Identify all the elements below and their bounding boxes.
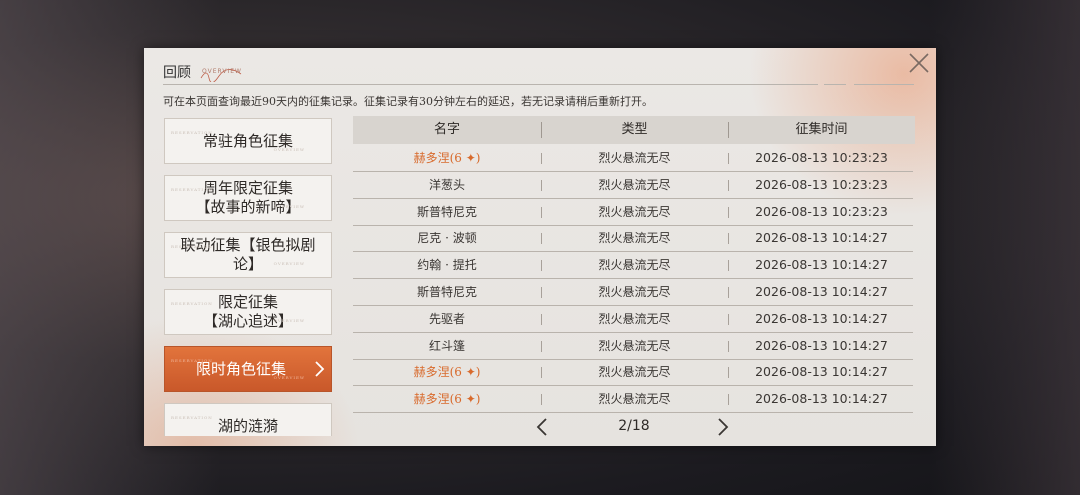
tab-deco-text: OVERVIEW [273,261,305,266]
page-indicator: 2/18 [618,418,650,434]
tab-deco-text: OVERVIEW [273,375,305,380]
column-header-time: 征集时间 [795,122,848,137]
dialog-subtitle: OVERVIEW [202,68,242,75]
cell-type: 烈火悬流无尽 [598,365,671,380]
banner-tab-label-line1: 限定征集 [217,293,278,311]
divider [824,84,846,85]
banner-tab-6[interactable]: RESERVATION 湖的涟漪 [164,403,332,436]
cell-time: 2026-08-13 10:14:27 [755,310,888,326]
banner-tab-5[interactable]: RESERVATION OVERVIEW 限时角色征集 [164,346,332,392]
close-icon[interactable] [906,50,932,76]
tab-deco-text: RESERVATION [171,187,213,192]
cell-name: 斯普特尼克 [416,204,477,219]
table-header: 名字 类型 征集时间 [353,116,915,144]
cell-name: 约翰 · 提托 [417,258,477,273]
cell-type: 烈火悬流无尽 [598,338,671,353]
cell-type: 烈火悬流无尽 [598,231,671,246]
cell-name: 洋葱头 [428,177,465,192]
cell-name: 先驱者 [428,311,465,326]
chevron-left-icon[interactable] [535,416,549,438]
tab-deco-text: RESERVATION [171,130,213,135]
table-row: 先驱者 烈火悬流无尽 2026-08-13 10:14:27 [353,306,913,333]
banner-tab-label: 湖的涟漪 [218,417,278,436]
banner-tab-3[interactable]: RESERVATION OVERVIEW 联动征集【银色拟剧 论】 [164,232,332,278]
table-row: 赫多涅(6 ✦) 烈火悬流无尽 2026-08-13 10:14:27 [353,386,913,414]
tab-deco-text: RESERVATION [171,415,213,420]
cell-type: 烈火悬流无尽 [598,285,671,299]
cell-name: 赫多涅(6 ✦) [413,365,481,380]
cell-name: 斯普特尼克 [416,285,477,299]
cell-time: 2026-08-13 10:23:23 [755,203,888,219]
cell-time: 2026-08-13 10:14:27 [755,337,888,353]
banner-tab-2[interactable]: RESERVATION OVERVIEW 周年限定征集 【故事的新啼】 [164,175,332,221]
history-dialog: 回顾 OVERVIEW 可在本页面查询最近90天内的征集记录。征集记录有30分钟… [144,48,936,446]
tab-deco-text: OVERVIEW [273,147,305,152]
table-row: 约翰 · 提托 烈火悬流无尽 2026-08-13 10:14:27 [353,252,913,280]
cell-type: 烈火悬流无尽 [598,311,671,326]
cell-type: 烈火悬流无尽 [598,204,671,219]
table-row: 赫多涅(6 ✦) 烈火悬流无尽 2026-08-13 10:23:23 [353,145,913,172]
chevron-right-icon[interactable] [716,416,730,438]
tab-deco-text: RESERVATION [171,301,213,306]
cell-name: 赫多涅(6 ✦) [413,392,481,407]
table-row: 洋葱头 烈火悬流无尽 2026-08-13 10:23:23 [353,172,913,199]
cell-time: 2026-08-13 10:14:27 [755,364,888,380]
cell-time: 2026-08-13 10:14:27 [755,230,888,246]
cell-name: 红斗篷 [428,338,465,353]
chevron-right-icon [315,361,325,377]
table-row: 尼克 · 波顿 烈火悬流无尽 2026-08-13 10:14:27 [353,225,913,253]
cell-type: 烈火悬流无尽 [598,177,671,192]
table-row: 红斗篷 烈火悬流无尽 2026-08-13 10:14:27 [353,333,913,360]
cell-time: 2026-08-13 10:23:23 [755,176,888,192]
table-row: 斯普特尼克 烈火悬流无尽 2026-08-13 10:14:27 [353,279,913,306]
tab-deco-text: OVERVIEW [273,318,305,323]
cell-time: 2026-08-13 10:14:27 [755,257,888,273]
divider [854,84,914,85]
column-header-name: 名字 [433,122,460,137]
table-row: 赫多涅(6 ✦) 烈火悬流无尽 2026-08-13 10:14:27 [353,359,913,387]
tab-deco-text: RESERVATION [171,358,213,363]
table-row: 斯普特尼克 烈火悬流无尽 2026-08-13 10:23:23 [353,199,913,226]
column-header-type: 类型 [621,122,648,137]
cell-time: 2026-08-13 10:14:27 [755,391,888,407]
dialog-title: 回顾 [163,65,191,81]
cell-type: 烈火悬流无尽 [598,151,671,165]
banner-tab-4[interactable]: RESERVATION OVERVIEW 限定征集 【湖心追述】 [164,289,332,335]
divider [163,84,818,85]
notice-text: 可在本页面查询最近90天内的征集记录。征集记录有30分钟左右的延迟，若无记录请稍… [163,95,653,108]
banner-tab-label-line1: 湖的涟漪 [217,416,278,435]
banner-tab-1[interactable]: RESERVATION OVERVIEW 常驻角色征集 [164,118,332,164]
tab-deco-text: RESERVATION [171,244,213,249]
cell-type: 烈火悬流无尽 [598,392,671,407]
tab-deco-text: OVERVIEW [273,204,305,209]
cell-type: 烈火悬流无尽 [598,258,671,273]
background-right [930,0,1080,495]
cell-time: 2026-08-13 10:14:27 [755,284,888,299]
banner-list: RESERVATION OVERVIEW 常驻角色征集 RESERVATION OVER… [164,118,332,436]
cell-time: 2026-08-13 10:23:23 [755,150,888,165]
cell-name: 尼克 · 波顿 [417,231,477,246]
cell-name: 赫多涅(6 ✦) [413,151,481,165]
